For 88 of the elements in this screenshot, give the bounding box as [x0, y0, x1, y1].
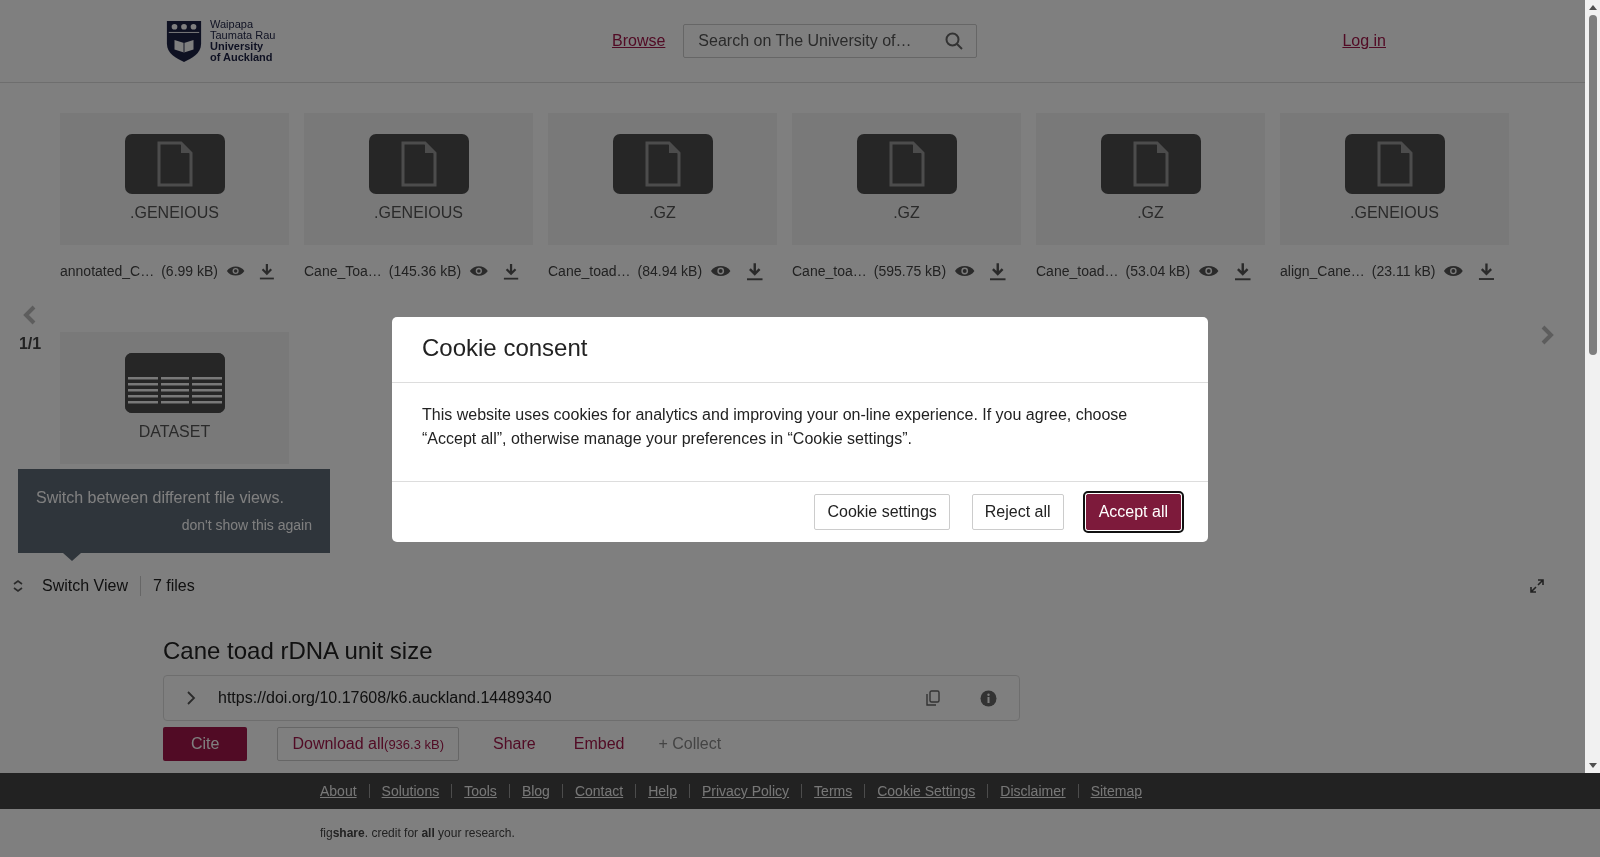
- footer-link[interactable]: Terms: [801, 784, 865, 798]
- file-size: (84.94 kB): [637, 263, 703, 279]
- file-card[interactable]: .GZ: [548, 113, 777, 245]
- logo-text: Waipapa: [210, 19, 254, 30]
- file-size: (53.04 kB): [1125, 263, 1191, 279]
- tooltip-text: Switch between different file views.: [36, 489, 285, 507]
- table-icon: [124, 353, 225, 413]
- file-card[interactable]: .GZ: [792, 113, 1021, 245]
- file-size: (6.99 kB): [161, 263, 218, 279]
- dataset-title: Cane toad rDNA unit size: [163, 637, 434, 665]
- scrollbar[interactable]: [1585, 0, 1600, 773]
- footer-link[interactable]: Disclaimer: [987, 784, 1078, 798]
- download-icon[interactable]: [745, 261, 763, 281]
- logo-text: University: [210, 41, 264, 52]
- dialog-button[interactable]: Reject all: [971, 494, 1064, 530]
- doi-link[interactable]: https://doi.org/10.17608/k6.auckland.14489340: [218, 689, 552, 707]
- tagline: figshare. credit for all your research.: [319, 825, 516, 840]
- file-type-label: .GZ: [893, 204, 920, 222]
- page-indicator: 1/1: [18, 335, 42, 353]
- file-card[interactable]: .GENEIOUS: [1280, 113, 1509, 245]
- footer-link[interactable]: Tools: [451, 784, 509, 798]
- dialog-message: This website uses cookies for analytics and improving your on-line experience. If you agree, choose “Accept all”, otherwise manage your preferences in “Cookie settings”.: [422, 405, 1129, 449]
- footer-link[interactable]: Contact: [561, 784, 636, 798]
- footer-link[interactable]: Cookie Settings: [864, 784, 988, 798]
- document-icon: [156, 141, 193, 187]
- document-icon: [644, 141, 681, 187]
- file-name[interactable]: Cane_toa…: [792, 263, 867, 279]
- eye-icon[interactable]: [226, 264, 246, 278]
- dialog-button[interactable]: Accept all: [1085, 494, 1181, 530]
- download-icon[interactable]: [502, 261, 519, 281]
- file-type-label: .GENEIOUS: [130, 204, 219, 222]
- file-type-label: .GENEIOUS: [374, 204, 463, 222]
- file-name[interactable]: Cane_Toa…: [304, 263, 382, 279]
- action-button[interactable]: Embed: [569, 727, 629, 761]
- download-icon[interactable]: [1233, 261, 1251, 281]
- file-type-label: .GENEIOUS: [1350, 204, 1439, 222]
- download-icon[interactable]: [1478, 261, 1495, 281]
- document-icon: [1376, 141, 1413, 187]
- file-size: (595.75 kB): [873, 263, 947, 279]
- copy-icon[interactable]: [926, 690, 940, 706]
- file-type-label: .GZ: [649, 204, 676, 222]
- file-type-label: .GZ: [1137, 204, 1164, 222]
- search-field[interactable]: Search on The University of…: [683, 24, 978, 58]
- file-name[interactable]: Cane_toad…: [548, 263, 631, 279]
- action-button[interactable]: + Collect: [658, 727, 722, 761]
- footer-link[interactable]: About: [320, 783, 369, 799]
- document-icon: [1132, 141, 1169, 187]
- file-card[interactable]: .GENEIOUS: [60, 113, 289, 245]
- dismiss-link[interactable]: don't show this again: [181, 517, 312, 533]
- footer-link[interactable]: Solutions: [368, 784, 452, 798]
- action-button[interactable]: Download all(936.3 kB): [277, 727, 460, 761]
- login-link[interactable]: Log in: [1342, 32, 1386, 50]
- file-card[interactable]: .GENEIOUS: [304, 113, 533, 245]
- eye-icon[interactable]: [710, 264, 732, 278]
- expand-chevron-icon[interactable]: [186, 690, 196, 706]
- file-size: (145.36 kB): [388, 263, 462, 279]
- footer-link[interactable]: Blog: [508, 784, 562, 798]
- fullscreen-icon[interactable]: [1529, 578, 1545, 594]
- download-icon[interactable]: [259, 261, 275, 281]
- switch-view-icon[interactable]: [12, 579, 24, 593]
- download-icon[interactable]: [989, 261, 1007, 281]
- dialog-title: Cookie consent: [422, 334, 589, 362]
- file-name[interactable]: align_Cane…: [1280, 263, 1365, 279]
- eye-icon[interactable]: [469, 264, 489, 278]
- file-size: (23.11 kB): [1371, 263, 1436, 279]
- logo-text: Taumata Rau: [210, 30, 276, 41]
- action-button[interactable]: Cite: [163, 727, 248, 761]
- eye-icon[interactable]: [1198, 264, 1220, 278]
- document-icon: [400, 141, 437, 187]
- eye-icon[interactable]: [954, 264, 976, 278]
- logo-text: of Auckland: [210, 52, 274, 63]
- dialog-button[interactable]: Cookie settings: [814, 494, 950, 530]
- footer-link[interactable]: Sitemap: [1077, 784, 1154, 798]
- document-icon: [888, 141, 925, 187]
- file-card[interactable]: DATASET: [60, 332, 289, 464]
- info-icon[interactable]: [980, 689, 997, 707]
- file-count: 7 files: [152, 577, 195, 595]
- file-name[interactable]: Cane_toad…: [1036, 263, 1119, 279]
- file-type-label: DATASET: [138, 423, 211, 441]
- browse-link[interactable]: Browse: [612, 32, 666, 50]
- eye-icon[interactable]: [1443, 264, 1465, 278]
- footer-link[interactable]: Help: [635, 784, 689, 798]
- university-crest-icon[interactable]: [165, 19, 203, 63]
- footer-link[interactable]: Privacy Policy: [688, 784, 802, 798]
- file-card[interactable]: .GZ: [1036, 113, 1265, 245]
- file-name[interactable]: annotated_C…: [60, 263, 155, 279]
- action-button[interactable]: Share: [489, 727, 540, 761]
- switch-view-button[interactable]: Switch View: [24, 576, 141, 596]
